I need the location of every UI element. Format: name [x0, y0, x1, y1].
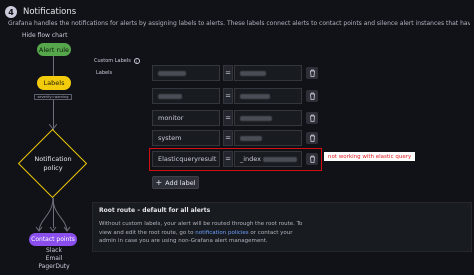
contact-points-node: Contact points	[29, 233, 77, 246]
root-route-description: Without custom labels, your alert will b…	[99, 220, 339, 246]
label-key-input[interactable]	[152, 88, 220, 104]
root-route-card: Root route – default for all alerts With…	[92, 202, 472, 252]
trash-icon	[309, 114, 315, 122]
trash-icon	[309, 134, 315, 142]
notification-policies-link[interactable]: notification policies	[195, 230, 248, 236]
section-header: 4 Notifications	[5, 6, 76, 18]
label-value-input[interactable]	[234, 110, 302, 126]
alert-rule-node: Alert rule	[37, 43, 71, 56]
equals-operator[interactable]: =	[223, 110, 233, 126]
equals-operator[interactable]: =	[223, 130, 233, 146]
highlight-box	[149, 148, 322, 171]
root-route-line: view and edit the root route, go to noti…	[99, 229, 293, 236]
hide-flow-chart-link[interactable]: Hide flow chart	[22, 32, 67, 39]
info-circle-icon[interactable]: i	[133, 58, 140, 64]
annotation-note: not working with elastic query	[324, 152, 416, 161]
contact-email: Email	[45, 255, 63, 262]
delete-label-button[interactable]	[306, 67, 318, 79]
trash-icon	[309, 69, 315, 77]
section-title: Notifications	[23, 7, 77, 17]
root-route-line: admin in case you are using non-Grafana …	[99, 238, 268, 244]
label-value-input[interactable]	[234, 65, 302, 81]
step-number: 4	[5, 6, 17, 18]
branch-arrows-icon	[35, 197, 71, 232]
add-label-button[interactable]: + Add label	[152, 176, 199, 189]
delete-label-button[interactable]	[306, 90, 318, 102]
label-key-input[interactable]	[152, 65, 220, 81]
label-tag: severity=warning	[34, 94, 72, 100]
label-value-input[interactable]	[234, 88, 302, 104]
labels-node: Labels	[37, 76, 71, 90]
root-route-title: Root route – default for all alerts	[99, 207, 211, 214]
label-value-input[interactable]	[234, 130, 302, 146]
notification-policy-node: Notification policy	[34, 155, 72, 172]
equals-operator[interactable]: =	[223, 65, 233, 81]
delete-label-button[interactable]	[306, 132, 318, 144]
root-route-line: Without custom labels, your alert will b…	[99, 221, 303, 227]
custom-labels-heading: Custom Labels i	[94, 58, 140, 64]
contact-slack: Slack	[46, 247, 62, 254]
label-key-input[interactable]: monitor	[152, 110, 220, 126]
custom-labels-title: Custom Labels	[94, 58, 131, 64]
labels-column-header: Labels	[96, 70, 113, 76]
equals-operator[interactable]: =	[223, 88, 233, 104]
contact-list: Slack Email PagerDuty	[37, 247, 71, 271]
delete-label-button[interactable]	[306, 112, 318, 124]
label-key-input[interactable]: system	[152, 130, 220, 146]
flow-connector	[52, 56, 54, 76]
trash-icon	[309, 92, 315, 100]
plus-icon: +	[155, 178, 163, 187]
contact-pagerduty: PagerDuty	[38, 263, 70, 270]
section-description: Grafana handles the notifications for al…	[8, 20, 470, 27]
add-label-text: Add label	[165, 178, 196, 187]
